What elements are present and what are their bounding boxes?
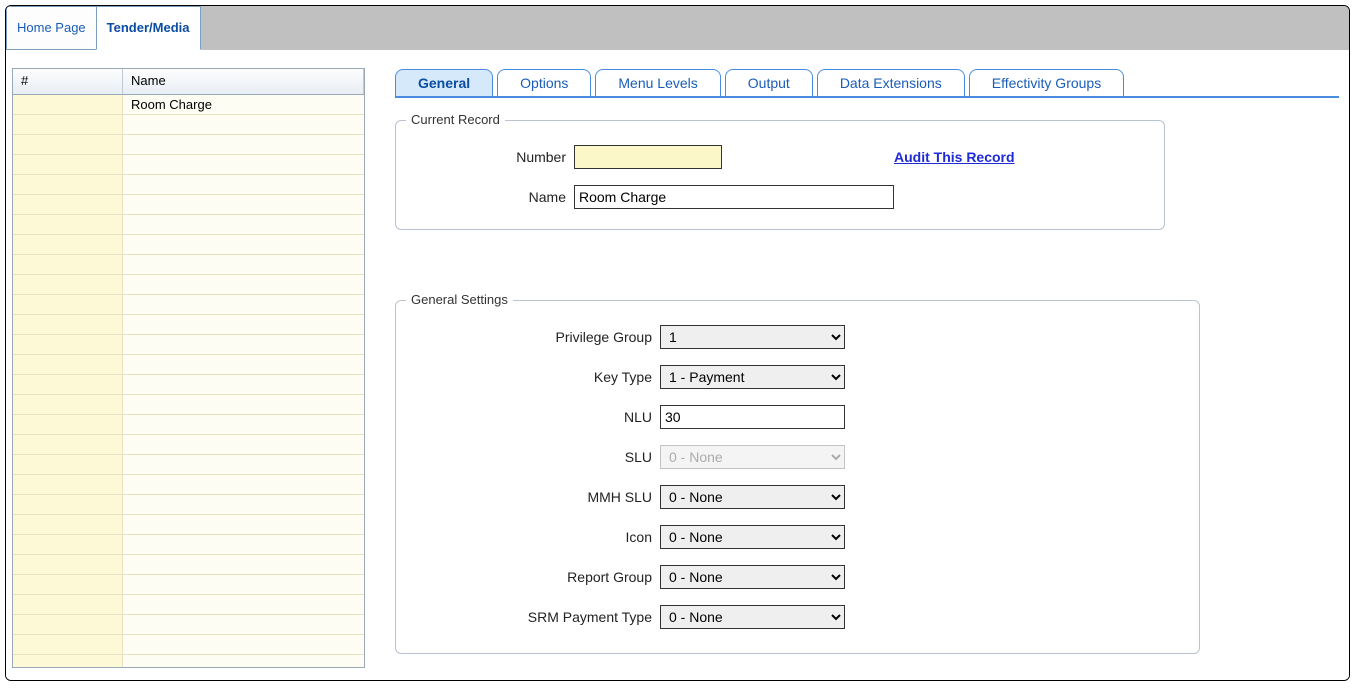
key-type-select[interactable]: 1 - Payment — [660, 365, 845, 389]
mmh-slu-select[interactable]: 0 - None — [660, 485, 845, 509]
table-row[interactable] — [13, 215, 364, 235]
table-row[interactable] — [13, 335, 364, 355]
general-settings-legend: General Settings — [406, 292, 513, 307]
tab-output[interactable]: Output — [725, 69, 813, 96]
current-record-fieldset: Current Record Number Audit This Record … — [395, 120, 1165, 230]
table-row[interactable]: Room Charge — [13, 95, 364, 115]
key-type-label: Key Type — [414, 369, 660, 385]
srm-payment-type-select[interactable]: 0 - None — [660, 605, 845, 629]
table-row[interactable] — [13, 275, 364, 295]
table-row[interactable] — [13, 395, 364, 415]
record-grid: # Name Room Charge — [12, 68, 365, 668]
right-panel: General Options Menu Levels Output Data … — [371, 50, 1349, 680]
general-settings-fieldset: General Settings Privilege Group 1 Key T… — [395, 300, 1200, 654]
content-tabs: General Options Menu Levels Output Data … — [395, 68, 1339, 98]
privilege-group-label: Privilege Group — [414, 329, 660, 345]
table-row[interactable] — [13, 115, 364, 135]
table-row[interactable] — [13, 515, 364, 535]
main-area: # Name Room Charge — [6, 50, 1349, 680]
app-window: Home Page Tender/Media # Name Room Charg… — [5, 5, 1350, 681]
table-row[interactable] — [13, 635, 364, 655]
tab-data-extensions[interactable]: Data Extensions — [817, 69, 965, 96]
table-row[interactable] — [13, 355, 364, 375]
table-row[interactable] — [13, 175, 364, 195]
grid-col-num[interactable]: # — [13, 69, 123, 94]
table-row[interactable] — [13, 455, 364, 475]
tab-effectivity-groups[interactable]: Effectivity Groups — [969, 69, 1124, 96]
table-row[interactable] — [13, 495, 364, 515]
tab-general[interactable]: General — [395, 69, 493, 96]
number-input[interactable] — [574, 145, 722, 169]
tab-menu-levels[interactable]: Menu Levels — [595, 69, 720, 96]
slu-select: 0 - None — [660, 445, 845, 469]
table-row[interactable] — [13, 475, 364, 495]
top-tab-bar: Home Page Tender/Media — [6, 6, 1349, 50]
slu-label: SLU — [414, 449, 660, 465]
privilege-group-select[interactable]: 1 — [660, 325, 845, 349]
table-row[interactable] — [13, 535, 364, 555]
number-label: Number — [414, 149, 574, 165]
left-panel: # Name Room Charge — [6, 50, 371, 680]
table-row[interactable] — [13, 235, 364, 255]
nlu-input[interactable] — [660, 405, 845, 429]
grid-cell-num — [13, 95, 123, 114]
audit-this-record-link[interactable]: Audit This Record — [894, 149, 1015, 165]
grid-header: # Name — [13, 69, 364, 95]
table-row[interactable] — [13, 575, 364, 595]
table-row[interactable] — [13, 315, 364, 335]
tab-options[interactable]: Options — [497, 69, 591, 96]
table-row[interactable] — [13, 155, 364, 175]
nlu-label: NLU — [414, 409, 660, 425]
table-row[interactable] — [13, 655, 364, 667]
table-row[interactable] — [13, 135, 364, 155]
report-group-select[interactable]: 0 - None — [660, 565, 845, 589]
grid-col-name[interactable]: Name — [123, 69, 364, 94]
table-row[interactable] — [13, 415, 364, 435]
table-row[interactable] — [13, 375, 364, 395]
icon-label: Icon — [414, 529, 660, 545]
table-row[interactable] — [13, 595, 364, 615]
table-row[interactable] — [13, 295, 364, 315]
table-row[interactable] — [13, 435, 364, 455]
table-row[interactable] — [13, 615, 364, 635]
grid-body[interactable]: Room Charge — [13, 95, 364, 667]
srm-payment-type-label: SRM Payment Type — [414, 609, 660, 625]
name-label: Name — [414, 189, 574, 205]
current-record-legend: Current Record — [406, 112, 505, 127]
mmh-slu-label: MMH SLU — [414, 489, 660, 505]
table-row[interactable] — [13, 255, 364, 275]
table-row[interactable] — [13, 195, 364, 215]
table-row[interactable] — [13, 555, 364, 575]
tab-home-page[interactable]: Home Page — [6, 6, 96, 50]
grid-cell-name: Room Charge — [123, 95, 364, 114]
name-input[interactable] — [574, 185, 894, 209]
report-group-label: Report Group — [414, 569, 660, 585]
icon-select[interactable]: 0 - None — [660, 525, 845, 549]
tab-tender-media[interactable]: Tender/Media — [96, 6, 201, 50]
